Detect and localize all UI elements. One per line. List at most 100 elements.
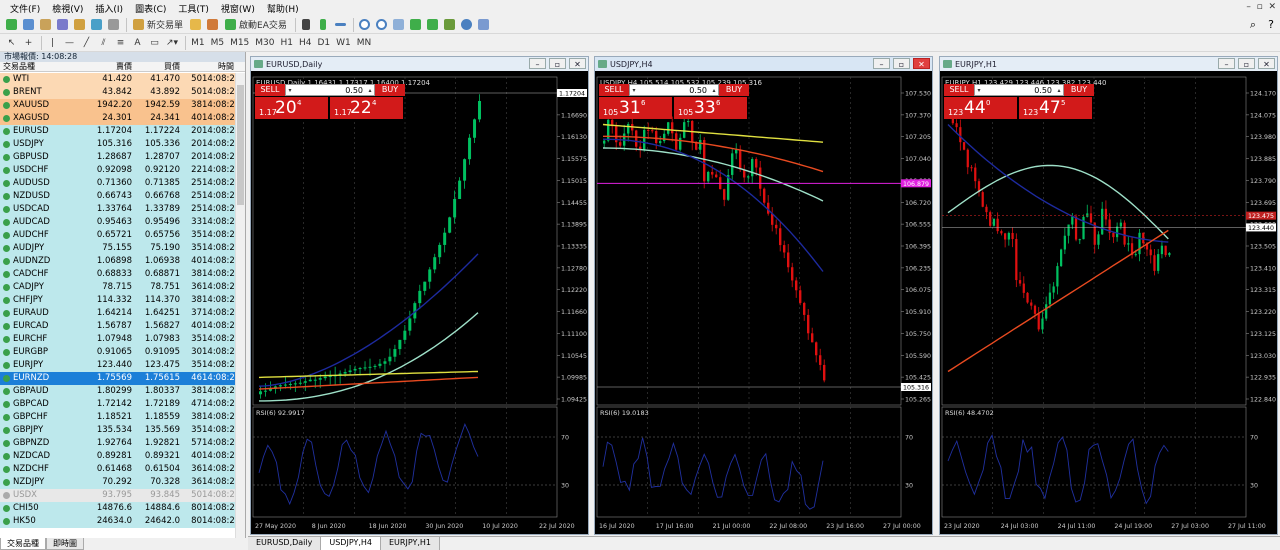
tf-mn[interactable]: MN: [355, 35, 374, 50]
market-watch-row[interactable]: USDCAD 1.33764 1.33789 25 14:08:28: [0, 203, 240, 216]
buy-price-button[interactable]: 105 33 6: [674, 97, 747, 119]
tf-m15[interactable]: M15: [228, 35, 251, 50]
market-watch-row[interactable]: WTI 41.420 41.470 50 14:08:26: [0, 73, 240, 86]
menu-file[interactable]: 文件(F): [4, 2, 46, 15]
tf-w1[interactable]: W1: [334, 35, 353, 50]
market-watch-row[interactable]: USDX 93.795 93.845 50 14:08:25: [0, 489, 240, 502]
market-watch-button[interactable]: [38, 17, 53, 32]
market-watch-row[interactable]: EURUSD 1.17204 1.17224 20 14:08:28: [0, 125, 240, 138]
market-watch-row[interactable]: NZDJPY 70.292 70.328 36 14:08:28: [0, 476, 240, 489]
candlestick-button[interactable]: [316, 17, 331, 32]
terminal-button[interactable]: [89, 17, 104, 32]
zoom-out-button[interactable]: [374, 17, 389, 32]
data-window-button[interactable]: [55, 17, 70, 32]
market-watch-row[interactable]: AUDNZD 1.06898 1.06938 40 14:08:28: [0, 255, 240, 268]
close-button[interactable]: ✕: [1258, 58, 1275, 69]
market-watch-row[interactable]: AUDCAD 0.95463 0.95496 33 14:08:25: [0, 216, 240, 229]
lot-size-field[interactable]: ▾ 0.50 ▴: [285, 84, 375, 96]
market-watch-row[interactable]: GBPJPY 135.534 135.569 35 14:08:28: [0, 424, 240, 437]
tf-h1[interactable]: H1: [279, 35, 296, 50]
sell-price-button[interactable]: 105 31 6: [599, 97, 672, 119]
chart-window-eurusd[interactable]: EURUSD,Daily – ▫ ✕ EURUSD,Daily 1.16431 …: [250, 56, 589, 535]
close-button[interactable]: ✕: [569, 58, 586, 69]
lot-decrease-icon[interactable]: ▾: [630, 87, 638, 94]
chart-window-caption[interactable]: EURUSD,Daily – ▫ ✕: [251, 57, 588, 71]
market-watch-row[interactable]: EURGBP 0.91065 0.91095 30 14:08:28: [0, 346, 240, 359]
chart-tab-eurusd[interactable]: EURUSD,Daily: [248, 537, 322, 550]
buy-button[interactable]: BUY: [1064, 84, 1094, 96]
help-icon[interactable]: ?: [1268, 18, 1274, 31]
new-chart-button[interactable]: [4, 17, 19, 32]
menu-charts[interactable]: 圖表(C): [129, 2, 172, 15]
market-watch-row[interactable]: NZDCHF 0.61468 0.61504 36 14:08:27: [0, 463, 240, 476]
menu-window[interactable]: 視窗(W): [215, 2, 261, 15]
buy-price-button[interactable]: 1.17 22 4: [330, 97, 403, 119]
market-watch-row[interactable]: AUDUSD 0.71360 0.71385 25 14:08:28: [0, 177, 240, 190]
buy-price-button[interactable]: 123 47 5: [1019, 97, 1092, 119]
lot-increase-icon[interactable]: ▴: [366, 87, 374, 94]
chart-window-caption[interactable]: EURJPY,H1 – ▫ ✕: [940, 57, 1277, 71]
menu-view[interactable]: 檢視(V): [46, 2, 89, 15]
menu-insert[interactable]: 插入(I): [89, 2, 129, 15]
market-watch-scrollbar[interactable]: [235, 73, 245, 538]
market-watch-row[interactable]: AUDCHF 0.65721 0.65756 35 14:08:27: [0, 229, 240, 242]
market-watch-row[interactable]: XAGUSD 24.301 24.341 40 14:08:26: [0, 112, 240, 125]
market-watch-row[interactable]: NZDCAD 0.89281 0.89321 40 14:08:28: [0, 450, 240, 463]
tile-windows-button[interactable]: [391, 17, 406, 32]
chart-window-caption[interactable]: USDJPY,H4 – ▫ ✕: [595, 57, 932, 71]
col-spread[interactable]: [180, 62, 202, 71]
text-button[interactable]: A: [130, 35, 145, 50]
vertical-line-button[interactable]: |: [45, 35, 60, 50]
market-watch-row[interactable]: USDJPY 105.316 105.336 20 14:08:28: [0, 138, 240, 151]
window-controls[interactable]: – ▫ ✕: [1246, 2, 1276, 12]
market-watch-row[interactable]: BRENT 43.842 43.892 50 14:08:20: [0, 86, 240, 99]
col-bid[interactable]: 賣價: [84, 62, 132, 71]
auto-scroll-button[interactable]: [425, 17, 440, 32]
scrollbar-thumb[interactable]: [237, 85, 244, 205]
market-watch-row[interactable]: AUDJPY 75.155 75.190 35 14:08:28: [0, 242, 240, 255]
trendline-button[interactable]: ╱: [79, 35, 94, 50]
zoom-in-button[interactable]: [357, 17, 372, 32]
arrows-button[interactable]: ↗▾: [164, 35, 180, 50]
market-watch-row[interactable]: GBPCHF 1.18521 1.18559 38 14:08:28: [0, 411, 240, 424]
minimize-button[interactable]: –: [529, 58, 546, 69]
market-watch-row[interactable]: HK50 24634.0 24642.0 80 14:08:28: [0, 515, 240, 528]
chart-tab-usdjpy[interactable]: USDJPY,H4: [321, 537, 381, 550]
bar-chart-button[interactable]: [299, 17, 314, 32]
lot-decrease-icon[interactable]: ▾: [975, 87, 983, 94]
sell-button[interactable]: SELL: [944, 84, 974, 96]
market-watch-row[interactable]: GBPAUD 1.80299 1.80337 38 14:08:28: [0, 385, 240, 398]
periods-button[interactable]: [459, 17, 474, 32]
crosshair-button[interactable]: +: [21, 35, 36, 50]
market-watch-row[interactable]: CHI50 14876.6 14884.6 80 14:08:26: [0, 502, 240, 515]
sell-price-button[interactable]: 1.17 20 4: [255, 97, 328, 119]
new-order-button[interactable]: 新交易單: [130, 17, 186, 32]
horizontal-line-button[interactable]: —: [62, 35, 77, 50]
maximize-button[interactable]: ▫: [1238, 58, 1255, 69]
sell-button[interactable]: SELL: [255, 84, 285, 96]
maximize-button[interactable]: ▫: [893, 58, 910, 69]
tab-tick-chart[interactable]: 即時圖: [46, 538, 84, 550]
col-ask[interactable]: 買價: [132, 62, 180, 71]
market-watch-row[interactable]: EURAUD 1.64214 1.64251 37 14:08:28: [0, 307, 240, 320]
depth-button[interactable]: [205, 17, 220, 32]
fibonacci-button[interactable]: ≡: [113, 35, 128, 50]
navigator-button[interactable]: [72, 17, 87, 32]
tf-m1[interactable]: M1: [189, 35, 207, 50]
buy-button[interactable]: BUY: [719, 84, 749, 96]
market-watch-row[interactable]: NZDUSD 0.66743 0.66768 25 14:08:28: [0, 190, 240, 203]
tf-m5[interactable]: M5: [209, 35, 227, 50]
market-watch-row[interactable]: CADJPY 78.715 78.751 36 14:08:28: [0, 281, 240, 294]
search-icon[interactable]: ⌕: [1250, 18, 1256, 32]
lot-decrease-icon[interactable]: ▾: [286, 87, 294, 94]
lot-increase-icon[interactable]: ▴: [1055, 87, 1063, 94]
market-watch-row[interactable]: EURNZD 1.75569 1.75615 46 14:08:28: [0, 372, 240, 385]
profiles-button[interactable]: [21, 17, 36, 32]
chart-window-usdjpy[interactable]: USDJPY,H4 – ▫ ✕ USDJPY,H4 105.514 105.53…: [594, 56, 933, 535]
col-symbol[interactable]: 交易品種: [0, 62, 84, 71]
templates-button[interactable]: [476, 17, 491, 32]
market-watch-row[interactable]: CHFJPY 114.332 114.370 38 14:08:28: [0, 294, 240, 307]
channel-button[interactable]: ⫽: [96, 35, 111, 50]
minimize-button[interactable]: –: [873, 58, 890, 69]
sell-price-button[interactable]: 123 44 0: [944, 97, 1017, 119]
